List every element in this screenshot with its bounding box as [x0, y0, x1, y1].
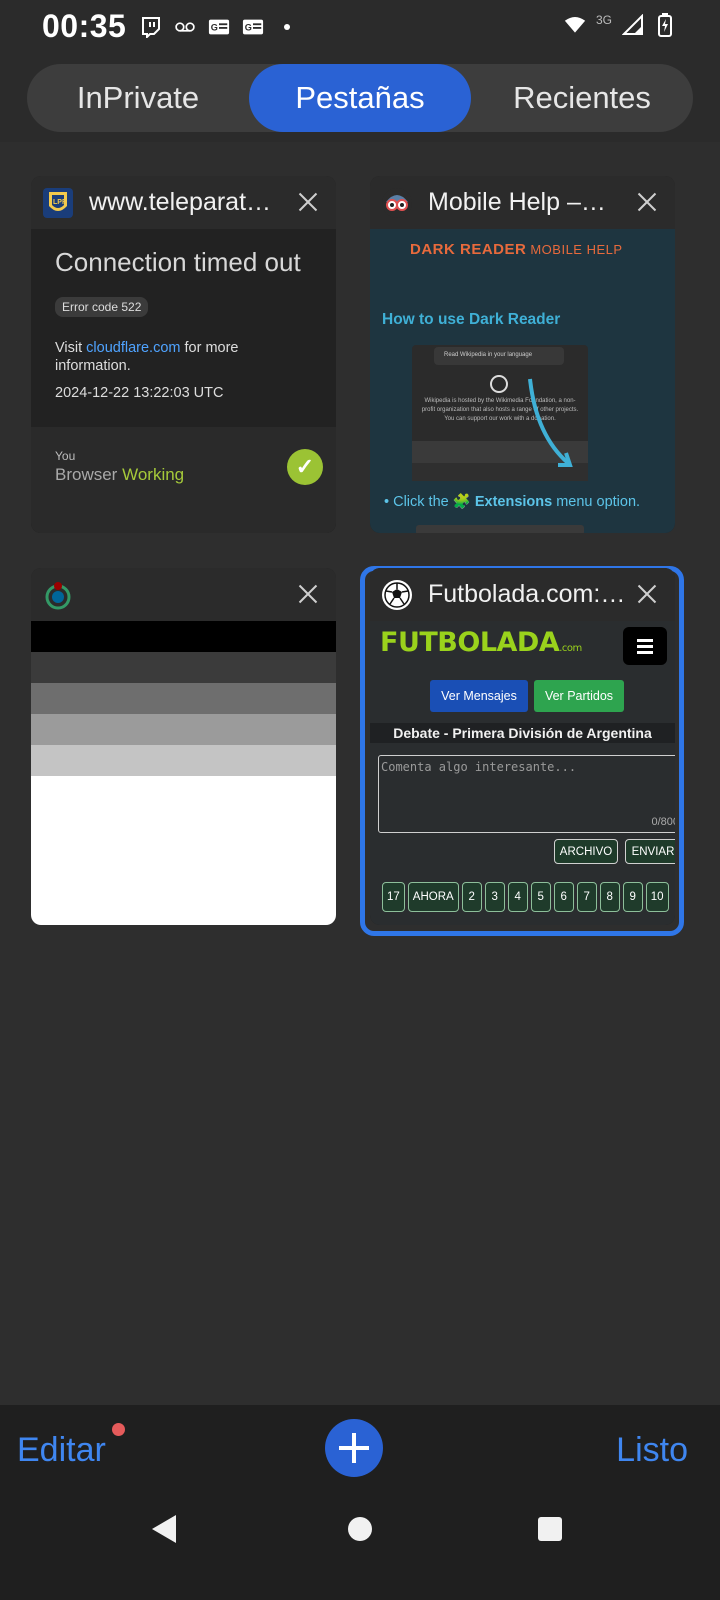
- status-notifications: G G: [140, 16, 298, 38]
- system-navigation-bar: [0, 1495, 720, 1600]
- preview-visit-text: Visit cloudflare.com for more informatio…: [55, 340, 239, 374]
- wikipedia-icon: [490, 375, 508, 393]
- tab-preview: FUTBOLADA.com Ver Mensajes Ver Partidos …: [370, 621, 675, 925]
- close-tab-icon[interactable]: [633, 580, 661, 608]
- darkreader-favicon-icon: [382, 187, 412, 218]
- tab-card-futbolada[interactable]: Futbolada.com:… FUTBOLADA.com Ver Mensaj…: [370, 568, 675, 925]
- edit-button[interactable]: Editar: [17, 1431, 106, 1470]
- tab-card-darkreader[interactable]: Mobile Help –… DARK READER MOBILE HELP Ho…: [370, 176, 675, 533]
- plus-icon: [339, 1433, 369, 1463]
- preview-messages-button: Ver Mensajes: [430, 680, 528, 712]
- tab-card-wikimedia[interactable]: [31, 568, 336, 925]
- home-icon[interactable]: [348, 1517, 372, 1541]
- segment-recent[interactable]: Recientes: [471, 64, 693, 132]
- page-item: 3: [484, 882, 505, 912]
- segment-inprivate[interactable]: InPrivate: [27, 64, 249, 132]
- status-time: 00:35: [42, 8, 127, 44]
- page-item: 17: [382, 882, 405, 912]
- tab-card-teleparatodos[interactable]: LPF www.teleparat… Connection timed out …: [31, 176, 336, 533]
- wifi-icon: [564, 14, 586, 36]
- preview-heading: Connection timed out: [55, 247, 301, 277]
- preview-error-badge: Error code 522: [55, 297, 149, 317]
- futbolada-favicon-icon: [382, 579, 412, 610]
- preview-timestamp: 2024-12-22 13:22:03 UTC: [55, 385, 224, 401]
- tab-card-header: LPF www.teleparat…: [31, 176, 336, 229]
- preview-brand: DARK READER MOBILE HELP: [410, 241, 623, 258]
- page-item: 8: [599, 882, 620, 912]
- battery-charging-icon: [654, 13, 676, 37]
- notification-dot: [112, 1423, 125, 1436]
- page-item: 6: [553, 882, 574, 912]
- page-item: 10: [645, 882, 669, 912]
- arrow-icon: [528, 378, 573, 467]
- futbolada-logo: FUTBOLADA.com: [380, 627, 582, 658]
- tab-preview: [31, 621, 336, 925]
- tab-card-header: [31, 568, 336, 621]
- bottom-toolbar: Editar Listo: [0, 1405, 720, 1495]
- status-system-icons: 3G: [564, 13, 676, 37]
- more-notifications-dot-icon: [276, 16, 298, 38]
- tab-group-selector: InPrivate Pestañas Recientes: [27, 64, 693, 132]
- preview-char-count: 0/800: [651, 816, 675, 828]
- check-icon: ✓: [287, 449, 323, 485]
- page-item: 2: [461, 882, 482, 912]
- preview-link: cloudflare.com: [86, 340, 181, 356]
- new-tab-button[interactable]: [325, 1419, 383, 1477]
- close-tab-icon[interactable]: [294, 580, 322, 608]
- preview-you-label: You: [55, 449, 76, 463]
- tab-title: Futbolada.com:…: [428, 580, 626, 608]
- preview-how-to: How to use Dark Reader: [382, 311, 561, 328]
- page-item: 7: [576, 882, 597, 912]
- preview-debate-title: Debate - Primera División de Argentina: [370, 723, 675, 743]
- back-icon[interactable]: [152, 1515, 176, 1543]
- tab-card-header: Futbolada.com:…: [370, 568, 675, 621]
- twitch-icon: [140, 16, 162, 38]
- preview-send-button: ENVIAR: [625, 839, 675, 864]
- recents-icon[interactable]: [538, 1517, 562, 1541]
- tab-card-header: Mobile Help –…: [370, 176, 675, 229]
- tab-title: www.teleparat…: [89, 188, 272, 216]
- tab-switcher-header: InPrivate Pestañas Recientes: [0, 56, 720, 142]
- voicemail-icon: [174, 16, 196, 38]
- hamburger-menu-icon: [623, 627, 667, 665]
- svg-text:G: G: [245, 23, 252, 33]
- status-bar: 00:35 G G 3G: [0, 0, 720, 56]
- done-button[interactable]: Listo: [616, 1431, 688, 1470]
- segment-tabs[interactable]: Pestañas: [249, 64, 471, 132]
- page-item: 4: [507, 882, 528, 912]
- page-item: 9: [622, 882, 643, 912]
- lpf-favicon-icon: LPF: [43, 187, 73, 218]
- news-icon: G: [242, 16, 264, 38]
- signal-icon: [622, 14, 644, 36]
- preview-bullet: • Click the 🧩 Extensions menu option.: [384, 494, 641, 510]
- svg-text:G: G: [211, 23, 218, 33]
- tab-title: Mobile Help –…: [428, 188, 606, 216]
- svg-text:LPF: LPF: [53, 199, 67, 206]
- close-tab-icon[interactable]: [633, 188, 661, 216]
- preview-pagination: 17 AHORA 2 3 4 5 6 7 8 9 10: [382, 882, 669, 912]
- network-type-label: 3G: [595, 13, 612, 27]
- tab-preview: DARK READER MOBILE HELP How to use Dark R…: [370, 229, 675, 533]
- news-icon: G: [208, 16, 230, 38]
- preview-archive-button: ARCHIVO: [554, 839, 618, 864]
- page-item: 5: [530, 882, 551, 912]
- preview-screenshot: Read Wikipedia in your language Wikipedi…: [412, 345, 588, 481]
- tab-preview: Connection timed out Error code 522 Visi…: [31, 229, 336, 533]
- page-item: AHORA: [407, 882, 459, 912]
- wikimedia-favicon-icon: [43, 580, 73, 610]
- preview-browser-status: Browser Working: [55, 465, 185, 484]
- preview-comment-box: Comenta algo interesante... 0/800: [378, 755, 675, 833]
- close-tab-icon[interactable]: [294, 188, 322, 216]
- preview-matches-button: Ver Partidos: [534, 680, 624, 712]
